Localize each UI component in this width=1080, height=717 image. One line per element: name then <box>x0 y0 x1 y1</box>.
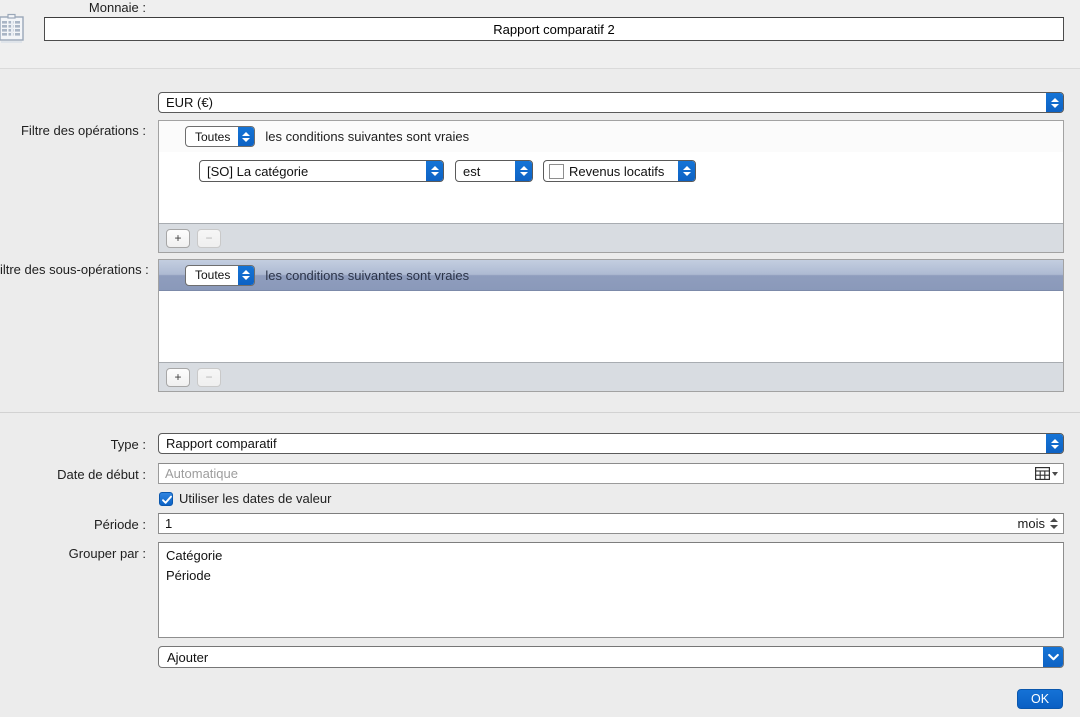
ok-button[interactable]: OK <box>1017 689 1063 709</box>
operations-filter-remove-button: − <box>197 229 221 248</box>
report-type-label: Type : <box>0 437 146 452</box>
suboperations-filter-remove-button: − <box>197 368 221 387</box>
use-value-dates-checkbox[interactable]: Utiliser les dates de valeur <box>159 491 331 506</box>
start-date-input[interactable]: Automatique <box>159 466 1035 481</box>
condition-value-text: Revenus locatifs <box>566 164 678 179</box>
condition-value-stepper-icon[interactable] <box>678 161 695 181</box>
suboperations-filter-label: Filtre des sous-opérations : <box>0 262 138 277</box>
suboperations-filter-header[interactable]: Toutes les conditions suivantes sont vra… <box>159 260 1063 291</box>
calendar-dropdown-chevron-icon <box>1052 472 1058 476</box>
currency-label: Monnaie : <box>0 0 146 15</box>
spreadsheet-document-icon <box>0 13 28 45</box>
condition-operator-select[interactable]: est <box>455 160 533 182</box>
window-titlebar: Rapport comparatif 2 <box>0 0 1080 69</box>
operations-filter-match-value: Toutes <box>186 130 238 144</box>
start-date-label: Date de début : <box>0 467 146 482</box>
period-unit-stepper-icon[interactable] <box>1045 514 1063 533</box>
operations-filter-label: Filtre des opérations : <box>0 123 146 138</box>
currency-stepper-icon[interactable] <box>1046 93 1063 112</box>
period-unit-value: mois <box>1018 516 1045 531</box>
currency-select[interactable]: EUR (€) <box>158 92 1064 113</box>
report-type-stepper-icon[interactable] <box>1046 434 1063 453</box>
window-title: Rapport comparatif 2 <box>44 17 1064 41</box>
section-divider <box>0 412 1080 413</box>
condition-operator-value: est <box>456 164 515 179</box>
suboperations-filter-box: Toutes les conditions suivantes sont vra… <box>158 259 1064 392</box>
period-value-input[interactable]: 1 <box>159 516 1018 531</box>
condition-operator-stepper-icon[interactable] <box>515 161 532 181</box>
operations-filter-condition-row: [SO] La catégorie est Revenus locatifs <box>199 160 759 182</box>
list-item[interactable]: Catégorie <box>159 546 1063 566</box>
calendar-picker-button[interactable] <box>1035 467 1063 480</box>
operations-filter-box: Toutes les conditions suivantes sont vra… <box>158 120 1064 253</box>
use-value-dates-label: Utiliser les dates de valeur <box>179 491 331 506</box>
suboperations-filter-add-button[interactable]: + <box>166 368 190 387</box>
suboperations-filter-caption: les conditions suivantes sont vraies <box>265 268 469 283</box>
operations-filter-match-stepper-icon[interactable] <box>238 127 254 146</box>
operations-filter-header: Toutes les conditions suivantes sont vra… <box>159 121 1063 152</box>
period-value-field[interactable]: 1 mois <box>158 513 1064 534</box>
operations-filter-match-select[interactable]: Toutes <box>185 126 255 147</box>
operations-filter-caption: les conditions suivantes sont vraies <box>265 129 469 144</box>
group-by-label: Grouper par : <box>0 546 146 561</box>
period-label: Période : <box>0 517 146 532</box>
suboperations-filter-match-stepper-icon[interactable] <box>238 266 254 285</box>
condition-field-select[interactable]: [SO] La catégorie <box>199 160 444 182</box>
operations-filter-add-button[interactable]: + <box>166 229 190 248</box>
condition-field-stepper-icon[interactable] <box>426 161 443 181</box>
chevron-down-icon[interactable] <box>1043 647 1063 667</box>
suboperations-filter-toolbar: + − <box>159 362 1063 391</box>
dialog-footer: OK <box>0 680 1080 717</box>
add-group-by-button[interactable]: Ajouter <box>158 646 1064 668</box>
suboperations-filter-match-value: Toutes <box>186 268 238 282</box>
suboperations-filter-match-select[interactable]: Toutes <box>185 265 255 286</box>
condition-field-value: [SO] La catégorie <box>200 164 426 179</box>
category-color-swatch-icon <box>549 164 564 179</box>
operations-filter-toolbar: + − <box>159 223 1063 252</box>
start-date-field[interactable]: Automatique <box>158 463 1064 484</box>
add-group-by-label: Ajouter <box>159 650 1043 665</box>
condition-value-select[interactable]: Revenus locatifs <box>543 160 696 182</box>
checkbox-checked-icon[interactable] <box>159 492 173 506</box>
currency-value: EUR (€) <box>159 95 1046 110</box>
calendar-icon <box>1035 467 1050 480</box>
list-item[interactable]: Période <box>159 566 1063 586</box>
report-type-select[interactable]: Rapport comparatif <box>158 433 1064 454</box>
group-by-list[interactable]: Catégorie Période <box>158 542 1064 638</box>
report-type-value: Rapport comparatif <box>159 436 1046 451</box>
